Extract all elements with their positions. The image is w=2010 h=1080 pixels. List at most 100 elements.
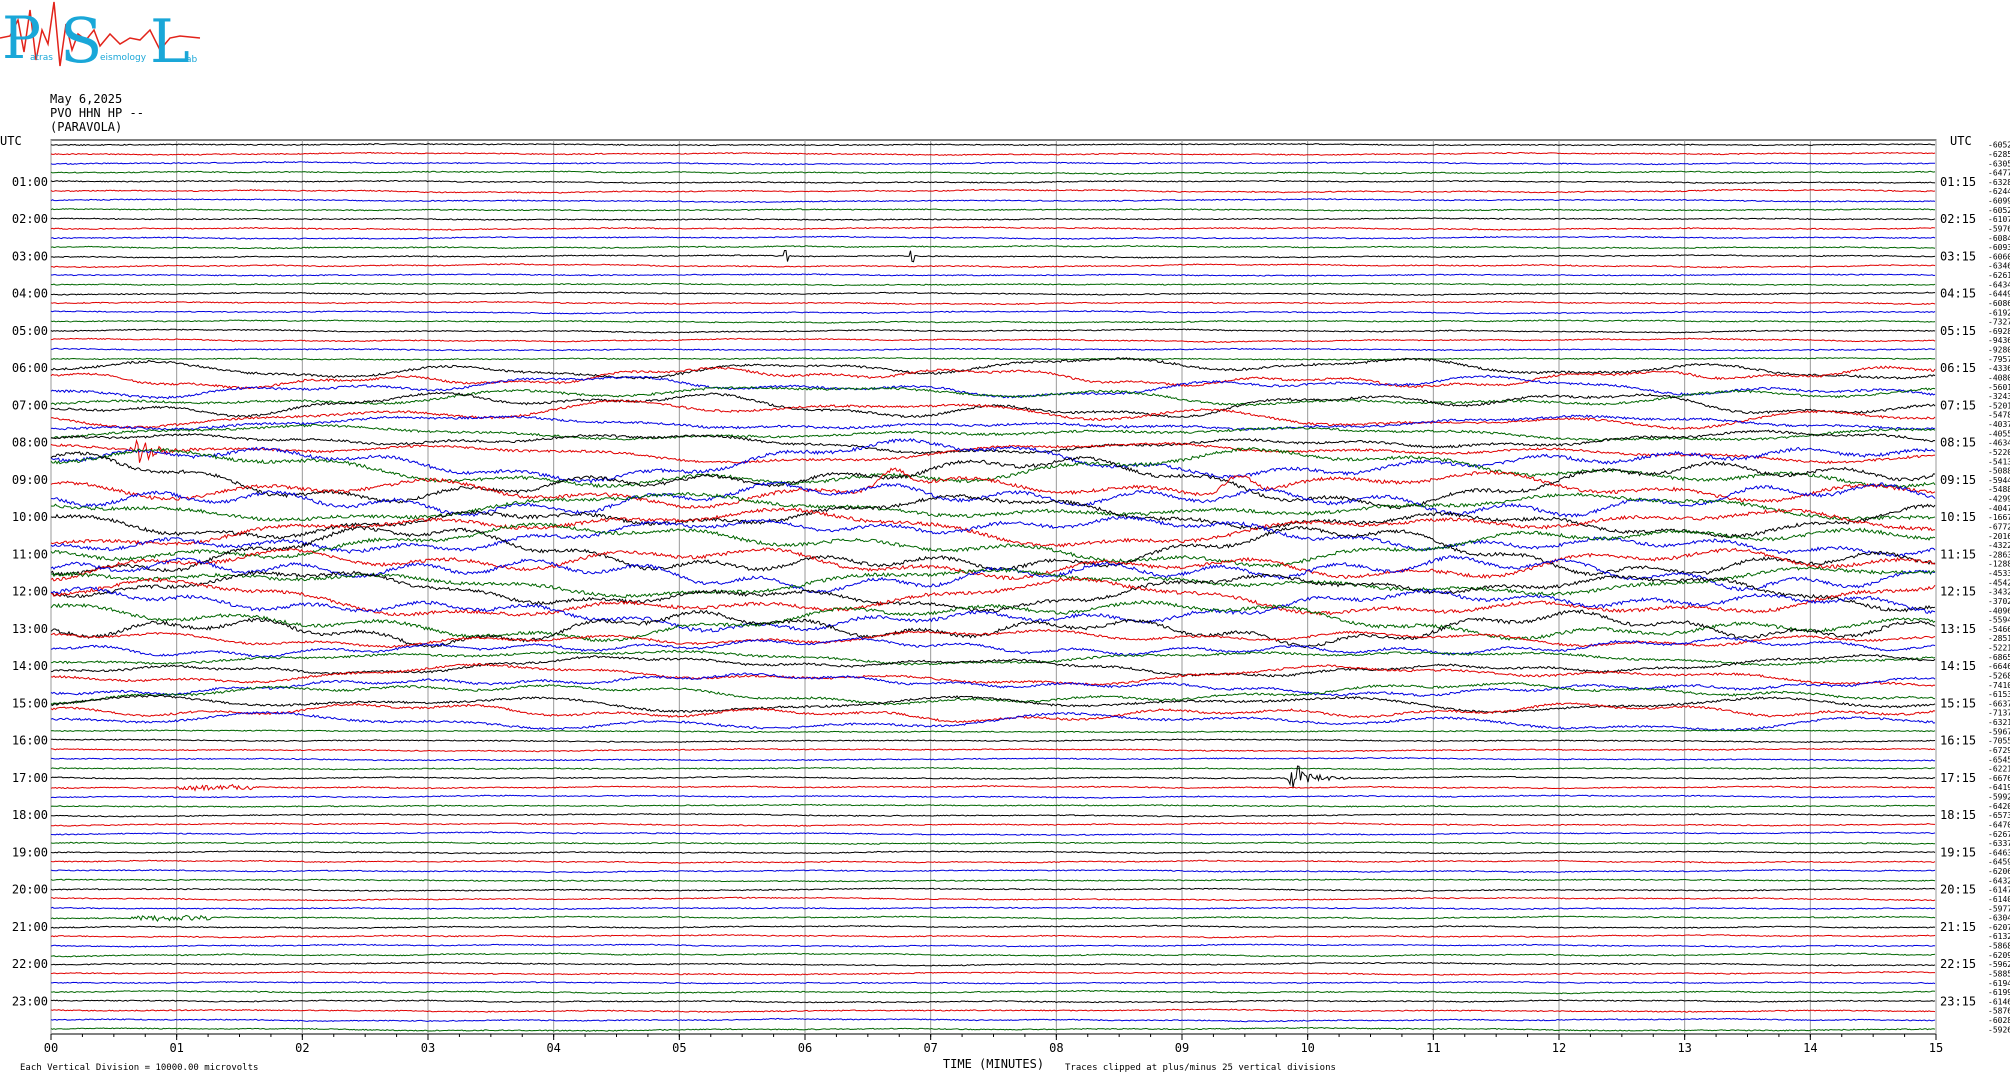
right-hour-label: 15:15	[1940, 696, 1976, 710]
trace-line	[50, 337, 1936, 343]
trace-line	[50, 386, 1936, 407]
trace-offset-label: -7410	[1988, 681, 2010, 690]
trace-offset-label: -6086	[1988, 299, 2010, 308]
left-hour-label: 12:00	[12, 585, 48, 599]
trace-line	[51, 347, 1936, 352]
trace-offset-label: -5413	[1988, 457, 2010, 466]
x-tick-label: 11	[1426, 1041, 1440, 1055]
trace-offset-label: -9280	[1988, 346, 2010, 355]
trace-line	[50, 492, 1936, 522]
trace-line	[51, 812, 1936, 818]
trace-line	[50, 414, 1936, 431]
left-hour-label: 11:00	[12, 547, 48, 561]
trace-line	[50, 291, 1935, 296]
left-hour-label: 18:00	[12, 808, 48, 822]
trace-offset-label: -6545	[1988, 755, 2010, 764]
trace-line	[50, 198, 1936, 203]
helicorder-plot: 00 01 02 03 04 05 06 07 08 09 10 11 12 13 14 15 UTC UTC 01…	[0, 134, 2010, 1073]
right-hour-label: 12:15	[1940, 585, 1976, 599]
trace-line	[50, 869, 1936, 874]
trace-offset-label: -5268	[1988, 671, 2010, 680]
trace-line	[50, 451, 1936, 510]
trace-line	[50, 525, 1936, 577]
trace-offset-label: -5466	[1988, 625, 2010, 634]
trace-line	[51, 738, 1936, 744]
trace-line	[50, 161, 1936, 166]
trace-offset-label: -5488	[1988, 485, 2010, 494]
trace-line	[50, 143, 1935, 147]
left-hour-label: 01:00	[12, 175, 48, 189]
trace-offset-label: -6676	[1988, 774, 2010, 783]
trace-offset-label: -6221	[1988, 765, 2010, 774]
trace-offset-label: -5868	[1988, 942, 2010, 951]
x-tick-label: 07	[923, 1041, 937, 1055]
right-axis-title: UTC	[1950, 134, 1972, 148]
left-axis-title: UTC	[0, 134, 22, 148]
right-hour-label: 17:15	[1940, 771, 1976, 785]
left-hour-label: 09:00	[12, 473, 48, 487]
trace-offset-label: -4080	[1988, 373, 2010, 382]
trace-offset-label: -9436	[1988, 336, 2010, 345]
trace-offset-label: -4542	[1988, 578, 2010, 587]
trace-line	[50, 555, 1936, 594]
trace-offset-label: -1667	[1988, 513, 2010, 522]
trace-offset-label: -6060	[1988, 252, 2010, 261]
trace-line	[50, 636, 1936, 658]
left-hour-label: 03:00	[12, 249, 48, 263]
trace-offset-label: -4055	[1988, 429, 2010, 438]
trace-line	[50, 151, 1936, 156]
left-hour-label: 16:00	[12, 734, 48, 748]
trace-offset-label: -6052	[1988, 141, 2010, 150]
trace-line	[50, 766, 1936, 771]
trace-line	[50, 729, 1936, 734]
trace-line	[50, 245, 1936, 250]
trace-line	[50, 662, 1936, 687]
trace-line	[50, 263, 1936, 269]
trace-offset-label: -5944	[1988, 476, 2010, 485]
x-tick-label: 13	[1677, 1041, 1691, 1055]
left-hour-label: 07:00	[12, 398, 48, 412]
trace-offset-label: -5876	[1988, 1007, 2010, 1016]
trace-offset-label: -6285	[1988, 150, 2010, 159]
trace-offset-label: -6199	[1988, 988, 2010, 997]
trace-offset-label: -6646	[1988, 662, 2010, 671]
right-hour-label: 20:15	[1940, 883, 1976, 897]
x-tick-label: 15	[1929, 1041, 1943, 1055]
right-hour-label: 16:15	[1940, 734, 1976, 748]
x-tick-label: 05	[672, 1041, 686, 1055]
trace-offset-label: -5601	[1988, 383, 2010, 392]
trace-line	[50, 328, 1936, 334]
left-hour-label: 23:00	[12, 994, 48, 1008]
trace-offset-label: -6194	[1988, 979, 2010, 988]
right-hour-label: 11:15	[1940, 547, 1976, 561]
trace-offset-label: -4299	[1988, 495, 2010, 504]
trace-line	[50, 170, 1936, 175]
trace-line	[50, 933, 1936, 939]
trace-offset-label: -4096	[1988, 606, 2010, 615]
trace-offset-label: -6434	[1988, 280, 2010, 289]
trace-line	[50, 319, 1936, 324]
trace-line	[50, 989, 1936, 995]
trace-line	[50, 1026, 1936, 1032]
right-hour-label: 07:15	[1940, 398, 1976, 412]
x-tick-label: 14	[1803, 1041, 1817, 1055]
trace-offset-label: -2851	[1988, 634, 2010, 643]
left-hour-label: 15:00	[12, 696, 48, 710]
trace-line	[50, 803, 1936, 808]
trace-offset-label: -6153	[1988, 690, 2010, 699]
right-hour-label: 19:15	[1940, 845, 1976, 859]
trace-offset-label: -6432	[1988, 876, 2010, 885]
trace-line	[50, 906, 1935, 911]
right-hour-label: 04:15	[1940, 287, 1976, 301]
trace-offset-label: -6052	[1988, 206, 2010, 215]
trace-offset-label: -5220	[1988, 448, 2010, 457]
trace-offset-label: -6463	[1988, 848, 2010, 857]
trace-offset-label: -6261	[1988, 271, 2010, 280]
trace-offset-label: -6470	[1988, 820, 2010, 829]
trace-offset-label: -4037	[1988, 420, 2010, 429]
scale-note: Each Vertical Division = 10000.00 microv…	[20, 1063, 258, 1073]
trace-line	[50, 357, 1936, 380]
trace-offset-label: -6928	[1988, 327, 2010, 336]
trace-line	[50, 310, 1936, 315]
trace-offset-label: -6337	[1988, 839, 2010, 848]
